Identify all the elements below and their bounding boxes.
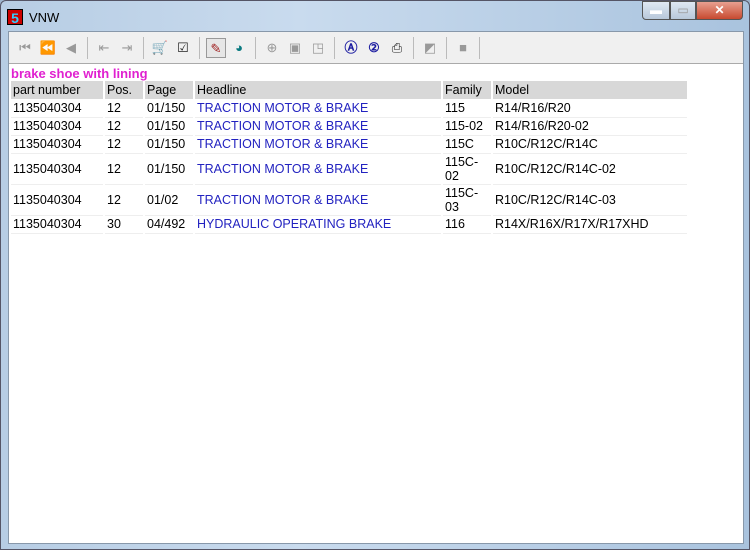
model-cell: R14/R16/R20-02 [492,117,689,136]
table-row[interactable]: 1135040304 30 04/492 HYDRAULIC OPERATING BR… [11,215,689,234]
print-icon[interactable]: ⎙ [387,38,407,58]
cart-icon[interactable]: 🛒 [150,38,170,58]
family-cell: 115 [442,99,493,118]
checklist-icon[interactable]: ☑ [173,38,193,58]
pos-cell: 12 [104,135,145,154]
page-cell: 01/150 [144,117,195,136]
column-header-page[interactable]: Page [144,81,195,99]
results-table: part number Pos. Page Headline Family Mo… [11,81,689,234]
headline-cell[interactable]: TRACTION MOTOR & BRAKE [194,153,443,185]
first-icon[interactable]: ⏮ [15,38,35,58]
app-window: 5 VNW ▬ ▭ ✕ ⏮ ⏪ ◀ ⇤ ⇥ 🛒 ☑ ✎ ◕ ⊕ ▣ ◳ Ⓐ ② … [0,0,750,550]
pos-cell: 12 [104,153,145,185]
page-corner-icon[interactable]: ◳ [308,38,328,58]
filter-icon[interactable]: ✎ [206,37,226,58]
model-cell: R10C/R12C/R14C-02 [492,153,689,185]
page-icon[interactable]: ▣ [285,38,305,58]
model-cell: R14/R16/R20 [492,99,689,118]
page-cell: 04/492 [144,215,195,234]
table-row[interactable]: 1135040304 12 01/150 TRACTION MOTOR & BRAKE… [11,117,689,136]
table-row[interactable]: 1135040304 12 01/150 TRACTION MOTOR & BRAKE… [11,153,689,185]
part-number-cell: 1135040304 [11,135,105,154]
separator [143,36,144,59]
search-2-icon[interactable]: ② [364,38,384,58]
headline-cell[interactable]: TRACTION MOTOR & BRAKE [194,99,443,118]
part-number-cell: 1135040304 [11,153,105,185]
pos-cell: 12 [104,184,145,216]
headline-cell[interactable]: TRACTION MOTOR & BRAKE [194,184,443,216]
import-icon[interactable]: ⇥ [117,38,137,58]
table-row[interactable]: 1135040304 12 01/02 TRACTION MOTOR & BRAKE 1… [11,184,689,216]
family-cell: 115-02 [442,117,493,136]
separator [413,36,414,59]
table-row[interactable]: 1135040304 12 01/150 TRACTION MOTOR & BRAKE… [11,135,689,154]
model-cell: R10C/R12C/R14C [492,135,689,154]
headline-cell[interactable]: TRACTION MOTOR & BRAKE [194,135,443,154]
model-cell: R10C/R12C/R14C-03 [492,184,689,216]
column-header-pos[interactable]: Pos. [104,81,145,99]
column-header-family[interactable]: Family [442,81,493,99]
table-row[interactable]: 1135040304 12 01/150 TRACTION MOTOR & BRAKE… [11,99,689,118]
close-button[interactable]: ✕ [696,1,743,20]
pos-cell: 12 [104,99,145,118]
clock-icon[interactable]: ◕ [229,38,249,58]
separator [255,36,256,59]
headline-cell[interactable]: HYDRAULIC OPERATING BRAKE [194,215,443,234]
family-cell: 115C-02 [442,153,493,185]
previous-page-icon[interactable]: ⏪ [38,38,58,58]
part-number-cell: 1135040304 [11,184,105,216]
stop-icon[interactable]: ■ [453,38,473,58]
search-term-heading: brake shoe with lining [11,66,148,81]
note-icon[interactable]: ◩ [420,38,440,58]
zoom-in-icon[interactable]: ⊕ [262,38,282,58]
part-number-cell: 1135040304 [11,99,105,118]
page-cell: 01/150 [144,99,195,118]
model-cell: R14X/R16X/R17X/R17XHD [492,215,689,234]
pos-cell: 30 [104,215,145,234]
family-cell: 116 [442,215,493,234]
export-icon[interactable]: ⇤ [94,38,114,58]
separator [334,36,335,59]
part-number-cell: 1135040304 [11,215,105,234]
separator [446,36,447,59]
app-logo-icon: 5 [7,9,23,26]
separator [199,36,200,59]
headline-cell[interactable]: TRACTION MOTOR & BRAKE [194,117,443,136]
page-cell: 01/150 [144,153,195,185]
column-header-part-number[interactable]: part number [11,81,105,99]
minimize-button[interactable]: ▬ [642,1,670,20]
part-number-cell: 1135040304 [11,117,105,136]
previous-icon[interactable]: ◀ [61,38,81,58]
maximize-button[interactable]: ▭ [670,1,696,20]
separator [87,36,88,59]
pos-cell: 12 [104,117,145,136]
column-header-model[interactable]: Model [492,81,689,99]
client-area: ⏮ ⏪ ◀ ⇤ ⇥ 🛒 ☑ ✎ ◕ ⊕ ▣ ◳ Ⓐ ② ⎙ ◩ ■ brake … [8,31,744,544]
column-header-headline[interactable]: Headline [194,81,443,99]
toolbar: ⏮ ⏪ ◀ ⇤ ⇥ 🛒 ☑ ✎ ◕ ⊕ ▣ ◳ Ⓐ ② ⎙ ◩ ■ [9,32,743,64]
search-a-icon[interactable]: Ⓐ [341,38,361,58]
family-cell: 115C [442,135,493,154]
family-cell: 115C-03 [442,184,493,216]
page-cell: 01/02 [144,184,195,216]
window-title: VNW [29,9,60,25]
separator [479,36,480,59]
title-bar: 5 VNW [7,7,59,27]
page-cell: 01/150 [144,135,195,154]
